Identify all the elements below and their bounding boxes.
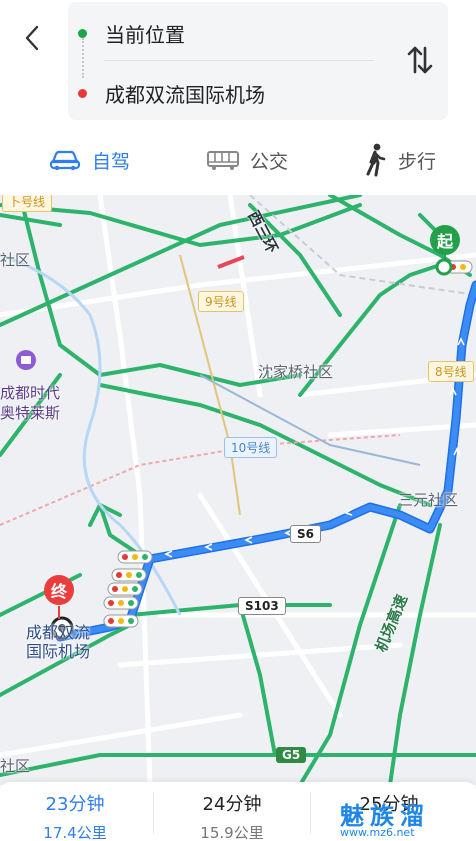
highway-badge-s6: S6: [290, 525, 321, 543]
metro-badge-10: 10号线: [224, 437, 278, 458]
chevron-left-icon: [25, 25, 39, 51]
tab-bus[interactable]: 公交: [206, 140, 288, 180]
map-label-shenjiaqiao: 沈家桥社区: [258, 363, 334, 381]
walk-icon: [366, 143, 386, 177]
highway-badge-g5: G5: [276, 747, 307, 763]
route-map[interactable]: 卜号线 社区 西三环 9号线 沈家桥社区 8号线 成都时代 奥特莱斯 10号线 …: [0, 195, 476, 785]
map-label-outlets: 成都时代 奥特莱斯: [0, 384, 61, 422]
destination-field[interactable]: 成都双流国际机场: [68, 68, 368, 118]
tab-walk-label: 步行: [398, 150, 437, 173]
origin-field[interactable]: 当前位置: [68, 8, 368, 58]
origin-dot: [78, 28, 87, 38]
plan-divider: [153, 792, 154, 834]
route-divider: [104, 60, 374, 61]
map-label-sanyuan: 三元社区: [398, 491, 459, 509]
car-icon: [49, 150, 81, 171]
map-label-district-top-left: 社区: [0, 251, 31, 269]
metro-badge-8: 8号线: [428, 361, 474, 382]
route-plan-2[interactable]: 24分钟 15.9公里: [157, 782, 307, 841]
tab-drive-label: 自驾: [92, 150, 131, 173]
swap-button[interactable]: [398, 38, 442, 82]
destination-map-label: 成都双流 国际机场: [26, 623, 91, 661]
watermark-url: www.mz6.net: [340, 826, 415, 839]
tab-drive[interactable]: 自驾: [48, 140, 130, 180]
metro-badge-9: 9号线: [198, 291, 244, 312]
start-marker[interactable]: 起: [430, 225, 460, 255]
travel-mode-tabs: 自驾 公交 步行: [0, 130, 476, 192]
back-button[interactable]: [14, 18, 50, 58]
end-marker[interactable]: 终: [44, 575, 74, 605]
tab-bus-label: 公交: [250, 150, 289, 173]
plan-time: 23分钟: [45, 794, 105, 815]
plan-time: 24分钟: [202, 794, 262, 815]
destination-text: 成都双流国际机场: [105, 82, 265, 107]
route-input-panel: 当前位置 成都双流国际机场: [68, 2, 448, 120]
plan-distance: 15.9公里: [200, 824, 264, 841]
tab-walk[interactable]: 步行: [362, 140, 436, 180]
road-badge-top-left: 卜号线: [2, 195, 53, 212]
watermark: 魅族溜 www.mz6.net: [336, 796, 476, 841]
bus-icon: [207, 151, 239, 170]
origin-text: 当前位置: [105, 22, 185, 47]
route-plan-1[interactable]: 23分钟 17.4公里: [0, 782, 150, 841]
map-label-district-bottom-left: 社区: [0, 757, 31, 775]
plan-divider: [310, 792, 311, 834]
destination-dot: [78, 88, 87, 98]
highway-badge-s103: S103: [238, 597, 286, 615]
swap-vertical-icon: [407, 46, 433, 74]
plan-distance: 17.4公里: [43, 824, 107, 841]
